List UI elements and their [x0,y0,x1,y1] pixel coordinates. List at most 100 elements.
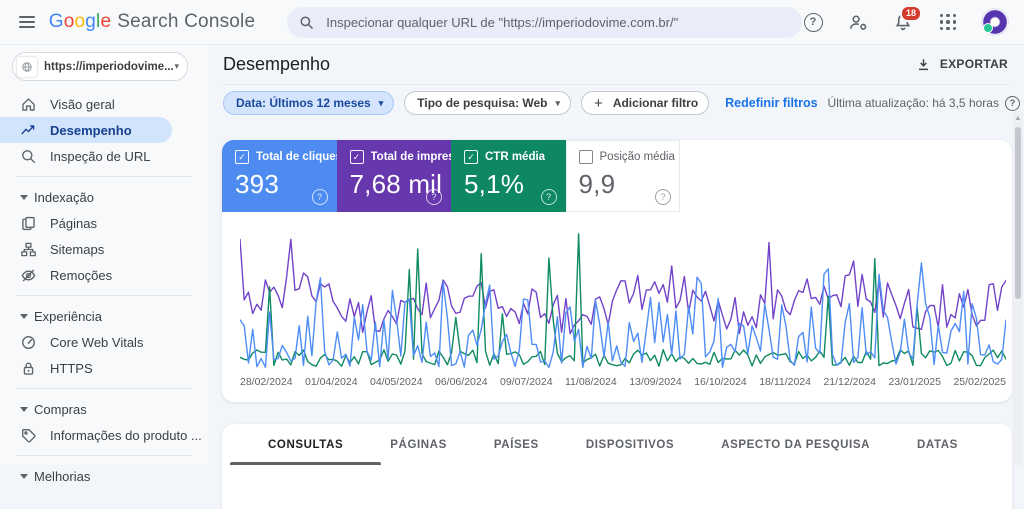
property-favicon [17,56,37,77]
google-logo: Google [48,11,112,32]
property-selector[interactable]: https://imperiodovime.... ▾ [12,52,188,81]
dimensions-card: CONSULTAS PÁGINAS PAÍSES DISPOSITIVOS ASPECT… [222,424,1012,509]
info-icon[interactable]: ? [1004,95,1020,111]
metric-tile-ctr-media[interactable]: ✓ CTR média 5,1%? [451,140,566,212]
notifications-button[interactable]: 18 [892,5,922,33]
help-icon[interactable]: ? [540,189,557,205]
collapse-triangle-icon [20,406,28,412]
help-icon[interactable]: ? [426,189,442,205]
dimension-tabs: CONSULTAS PÁGINAS PAÍSES DISPOSITIVOS ASPECT… [222,424,1012,465]
filter-chips: Data: Últimos 12 meses ▾ Tipo de pesquisa:… [223,91,710,115]
metric-tile-posicao-media[interactable]: Posição média 9,9? [565,140,680,212]
last-update-text: Última atualização: há 3,5 horas [827,96,999,110]
page-header: Desempenho EXPORTAR [208,44,1024,84]
x-axis-labels: 28/02/2024 01/04/2024 04/05/2024 06/06/2024… [240,376,1006,388]
help-icon[interactable]: ? [655,189,671,205]
x-tick-label: 21/12/2024 [823,376,876,388]
sidebar-item-sitemaps[interactable]: Sitemaps [0,236,208,262]
x-tick-label: 28/02/2024 [240,376,293,388]
help-icon[interactable]: ? [311,189,328,205]
metric-tile-total-de-cliques[interactable]: ✓ Total de cliques 393? [222,140,337,212]
chevron-down-icon: ▾ [555,97,561,108]
user-settings-button[interactable] [847,11,869,33]
sitemaps-icon [21,242,36,256]
home-icon [22,97,35,111]
help-button[interactable]: ? [802,11,824,33]
x-tick-label: 01/04/2024 [305,376,358,388]
top-app-bar: Google Search Console ? 18 [0,0,1024,45]
last-update: Última atualização: há 3,5 horas ? [827,95,1020,111]
sidebar-divider [16,176,192,177]
sidebar-section-experiencia[interactable]: Experiência [0,303,208,329]
account-avatar[interactable] [982,9,1008,35]
tab-datas[interactable]: DATAS [911,424,964,465]
x-tick-label: 13/09/2024 [629,376,682,388]
user-gear-icon [849,15,866,30]
collapse-triangle-icon [20,194,28,200]
app-logo[interactable]: Google Search Console [49,11,256,33]
x-tick-label: 06/06/2024 [435,376,488,388]
chevron-down-icon: ▾ [378,97,384,108]
sidebar: https://imperiodovime.... ▾ Visão geral D… [0,44,208,484]
sidebar-item-https[interactable]: HTTPS [0,355,208,381]
x-tick-label: 09/07/2024 [500,376,553,388]
checkbox-checked-icon[interactable]: ✓ [464,150,478,164]
sidebar-section-indexacao[interactable]: Indexação [0,184,208,210]
sidebar-divider [16,295,192,296]
sidebar-item-paginas[interactable]: Páginas [0,210,208,236]
sidebar-item-inspecao-de-url[interactable]: Inspeção de URL [0,143,208,169]
collapse-triangle-icon [20,473,28,479]
chevron-down-icon: ▾ [174,61,179,71]
sidebar-item-visao-geral[interactable]: Visão geral [0,91,208,117]
url-inspection-icon [22,149,36,163]
reset-filters-link[interactable]: Redefinir filtros [725,96,817,110]
plus-icon: + [594,94,603,112]
tab-consultas[interactable]: CONSULTAS [229,424,382,465]
x-tick-label: 16/10/2024 [694,376,747,388]
performance-chart [239,226,1007,372]
sidebar-divider [16,455,192,456]
trending-up-icon [21,124,35,134]
x-tick-label: 11/08/2024 [565,376,617,388]
vertical-scrollbar[interactable]: ▲ [1013,112,1023,465]
sidebar-section-compras[interactable]: Compras [0,396,208,422]
notification-badge: 18 [899,5,922,22]
product-name: Search Console [117,11,256,32]
checkbox-checked-icon[interactable]: ✓ [349,150,364,164]
filter-bar: Data: Últimos 12 meses ▾ Tipo de pesquisa:… [208,85,1024,121]
checkbox-checked-icon[interactable]: ✓ [235,150,249,164]
collapse-triangle-icon [20,313,28,319]
scrollbar-thumb[interactable] [1015,127,1021,299]
removals-icon [21,269,36,281]
product-tag-icon [22,428,36,442]
tab-dispositivos[interactable]: DISPOSITIVOS [580,424,680,465]
checkbox-unchecked-icon[interactable] [578,150,593,164]
scroll-up-arrow[interactable]: ▲ [1013,112,1023,122]
menu-icon[interactable] [19,16,35,28]
main-content: Desempenho EXPORTAR Data: Últimos 12 mes… [208,44,1024,509]
search-input[interactable] [324,13,790,31]
add-filter-button[interactable]: + Adicionar filtro [581,91,710,115]
filter-chip-tipo-de-pesquisa[interactable]: Tipo de pesquisa: Web ▾ [404,91,572,115]
sidebar-item-remocoes[interactable]: Remoções [0,262,208,288]
core-web-vitals-icon [22,335,35,349]
metric-tile-total-de-impresso[interactable]: ✓Total de impressõ...7,68 mil? [336,140,451,212]
apps-grid-icon [939,13,957,31]
google-apps-button[interactable] [937,11,959,33]
sidebar-section-melhorias[interactable]: Melhorias [0,463,208,489]
sidebar-item-informacoes-do-produto[interactable]: Informações do produto ... [0,422,208,448]
x-tick-label: 18/11/2024 [759,376,811,388]
tab-paises[interactable]: PAÍSES [488,424,545,465]
sidebar-divider [16,388,192,389]
globe-icon [22,61,32,72]
sidebar-item-core-web-vitals[interactable]: Core Web Vitals [0,329,208,355]
sidebar-item-desempenho[interactable]: Desempenho [0,117,172,143]
url-inspection-searchbar[interactable] [287,6,802,38]
filter-chip-data[interactable]: Data: Últimos 12 meses ▾ [223,91,395,115]
tab-aspecto-da-pesquisa[interactable]: ASPECTO DA PESQUISA [715,424,876,465]
topbar-actions: ? 18 [802,5,1024,35]
sidebar-nav: Visão geral Desempenho Inspeção de URL Inde… [0,91,208,489]
export-button[interactable]: EXPORTAR [916,57,1008,72]
pages-icon [22,216,35,230]
tab-paginas[interactable]: PÁGINAS [384,424,453,465]
